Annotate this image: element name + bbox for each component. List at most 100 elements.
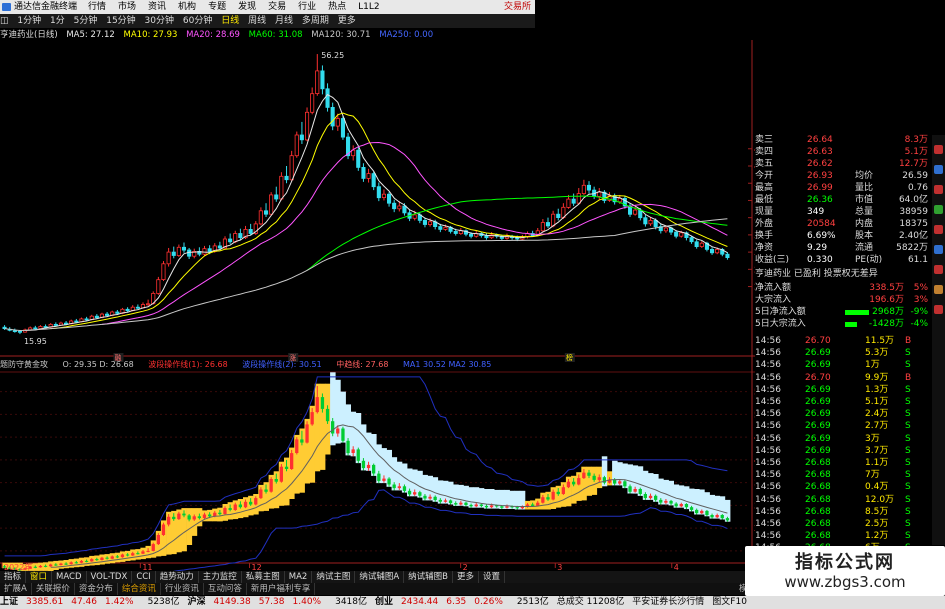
tick-volume: 1.2万 [865, 531, 889, 542]
info-tab[interactable]: 互动问答 [204, 583, 247, 595]
flow-bar [845, 322, 857, 327]
sub-candle [325, 408, 330, 422]
tick-side: S [905, 506, 911, 517]
info-tab[interactable]: 新用户福利专享 [247, 583, 316, 595]
sub-candle [531, 504, 535, 506]
sub-candle [208, 514, 212, 517]
candle [187, 249, 192, 257]
sub-candle [654, 495, 658, 500]
info-tab[interactable]: 行业资讯 [161, 583, 204, 595]
sidebar-icon[interactable] [934, 205, 943, 214]
sidebar-icon[interactable] [934, 245, 943, 254]
sub-candle [669, 500, 673, 504]
info-tab[interactable]: 扩展A [0, 583, 32, 595]
tick-side: B [905, 372, 912, 383]
tick-price: 26.68 [805, 531, 831, 542]
indicator-tab[interactable]: VOL-TDX [87, 571, 133, 583]
quote-value2: 2.40亿 [898, 231, 928, 241]
sub-candle [238, 504, 242, 508]
indicator-tab[interactable]: 纳试辅图A [355, 571, 405, 583]
candle [284, 175, 289, 181]
info-tab[interactable]: 资金分布 [75, 583, 118, 595]
sub-candle [479, 504, 483, 506]
sub-candle [684, 504, 689, 508]
quote-key: 换手 [755, 231, 774, 241]
index-label[interactable]: 沪深 [188, 596, 206, 609]
indicator-tab[interactable]: 纳试辅图B [404, 571, 453, 583]
tick-side: S [905, 360, 911, 371]
candle [217, 245, 222, 249]
sub-candle [572, 481, 576, 485]
sidebar-icon[interactable] [934, 285, 943, 294]
tick-time: 14:56 [755, 531, 781, 542]
indicator-line1: 波段操作线(1): 26.68 [148, 360, 228, 369]
index-label[interactable]: 创业 [375, 596, 393, 609]
sub-candle [259, 489, 263, 499]
sub-candle [489, 505, 494, 508]
candle [233, 233, 238, 243]
candle [269, 194, 274, 215]
sub-candle [664, 500, 668, 503]
sub-candle [187, 515, 191, 520]
sidebar-icon[interactable] [934, 225, 943, 234]
tick-row: 14:56 26.70 11.5万 B [755, 335, 930, 347]
candle [53, 323, 58, 326]
indicator-tab[interactable]: MA2 [285, 571, 313, 583]
quote-value: 6.69% [807, 231, 836, 241]
candle [74, 320, 79, 323]
candle [207, 248, 212, 252]
date-label: 3 [557, 563, 562, 571]
sub-candle [500, 506, 504, 508]
tick-row: 14:56 26.70 9.9万 B [755, 372, 930, 384]
quote-row: 最高 26.99 量比 0.76 [755, 183, 930, 195]
sub-candle [84, 560, 89, 562]
sub-candle [351, 449, 355, 453]
kline-chart[interactable]: 42.5040.0037.5035.0032.5030.0027.5025.00… [0, 0, 755, 571]
indicator-tab[interactable]: 窗口 [26, 571, 53, 583]
candle [299, 134, 304, 141]
flow-pct: -4% [910, 319, 928, 329]
indicator-tab[interactable]: CCI [132, 571, 156, 583]
sidebar-icon[interactable] [934, 185, 943, 194]
sub-candle [110, 556, 114, 559]
indicator-tab[interactable]: 趋势动力 [156, 571, 199, 583]
indicator-tab[interactable]: 更多 [453, 571, 480, 583]
flow-pct: -9% [910, 307, 928, 317]
sidebar-icon[interactable] [934, 165, 943, 174]
sub-candle [269, 479, 273, 492]
sidebar-icon[interactable] [934, 305, 943, 314]
sub-candle [233, 504, 237, 510]
quote-key: 卖三 [755, 135, 774, 145]
index-label[interactable]: 上证 [0, 596, 18, 609]
tick-time: 14:56 [755, 409, 781, 420]
info-tab[interactable]: 综合资讯 [118, 583, 161, 595]
candle [248, 228, 253, 234]
sub-candle [192, 516, 196, 520]
info-tab[interactable]: 关联报价 [32, 583, 75, 595]
candle [258, 210, 263, 225]
candle [181, 246, 187, 251]
sidebar-icon[interactable] [934, 265, 943, 274]
indicator-tab[interactable]: 纳试主图 [312, 571, 356, 583]
indicator-tab[interactable]: 主力监控 [199, 571, 242, 583]
candle [427, 221, 433, 226]
candle [274, 194, 279, 200]
tick-row: 14:56 26.68 0.4万 S [755, 481, 930, 493]
watermark-title: 指标公式网 [795, 552, 895, 573]
sub-candle [151, 544, 155, 551]
quote-key: 现量 [755, 207, 774, 217]
indicator-tab[interactable]: 设置 [479, 571, 506, 583]
indicator-tab[interactable]: 指标 [0, 571, 27, 583]
tick-volume: 2.4万 [865, 409, 889, 420]
quote-key: 最低 [755, 195, 774, 205]
indicator-tab[interactable]: MACD [52, 571, 87, 583]
tick-price: 26.69 [805, 397, 831, 407]
candle [366, 173, 371, 179]
indicator-tab[interactable]: 私募主图 [242, 571, 285, 583]
index-chg: 6.35 [446, 597, 467, 607]
sidebar-icon[interactable] [934, 145, 943, 154]
indicator-legend: 题防守黄金攻 O: 29.35 D: 26.68 波段操作线(1): 26.68… [0, 359, 503, 371]
flow-key: 净流入额 [755, 283, 792, 293]
candle [115, 311, 120, 314]
quote-row: 换手 6.69% 股本 2.40亿 [755, 231, 930, 243]
